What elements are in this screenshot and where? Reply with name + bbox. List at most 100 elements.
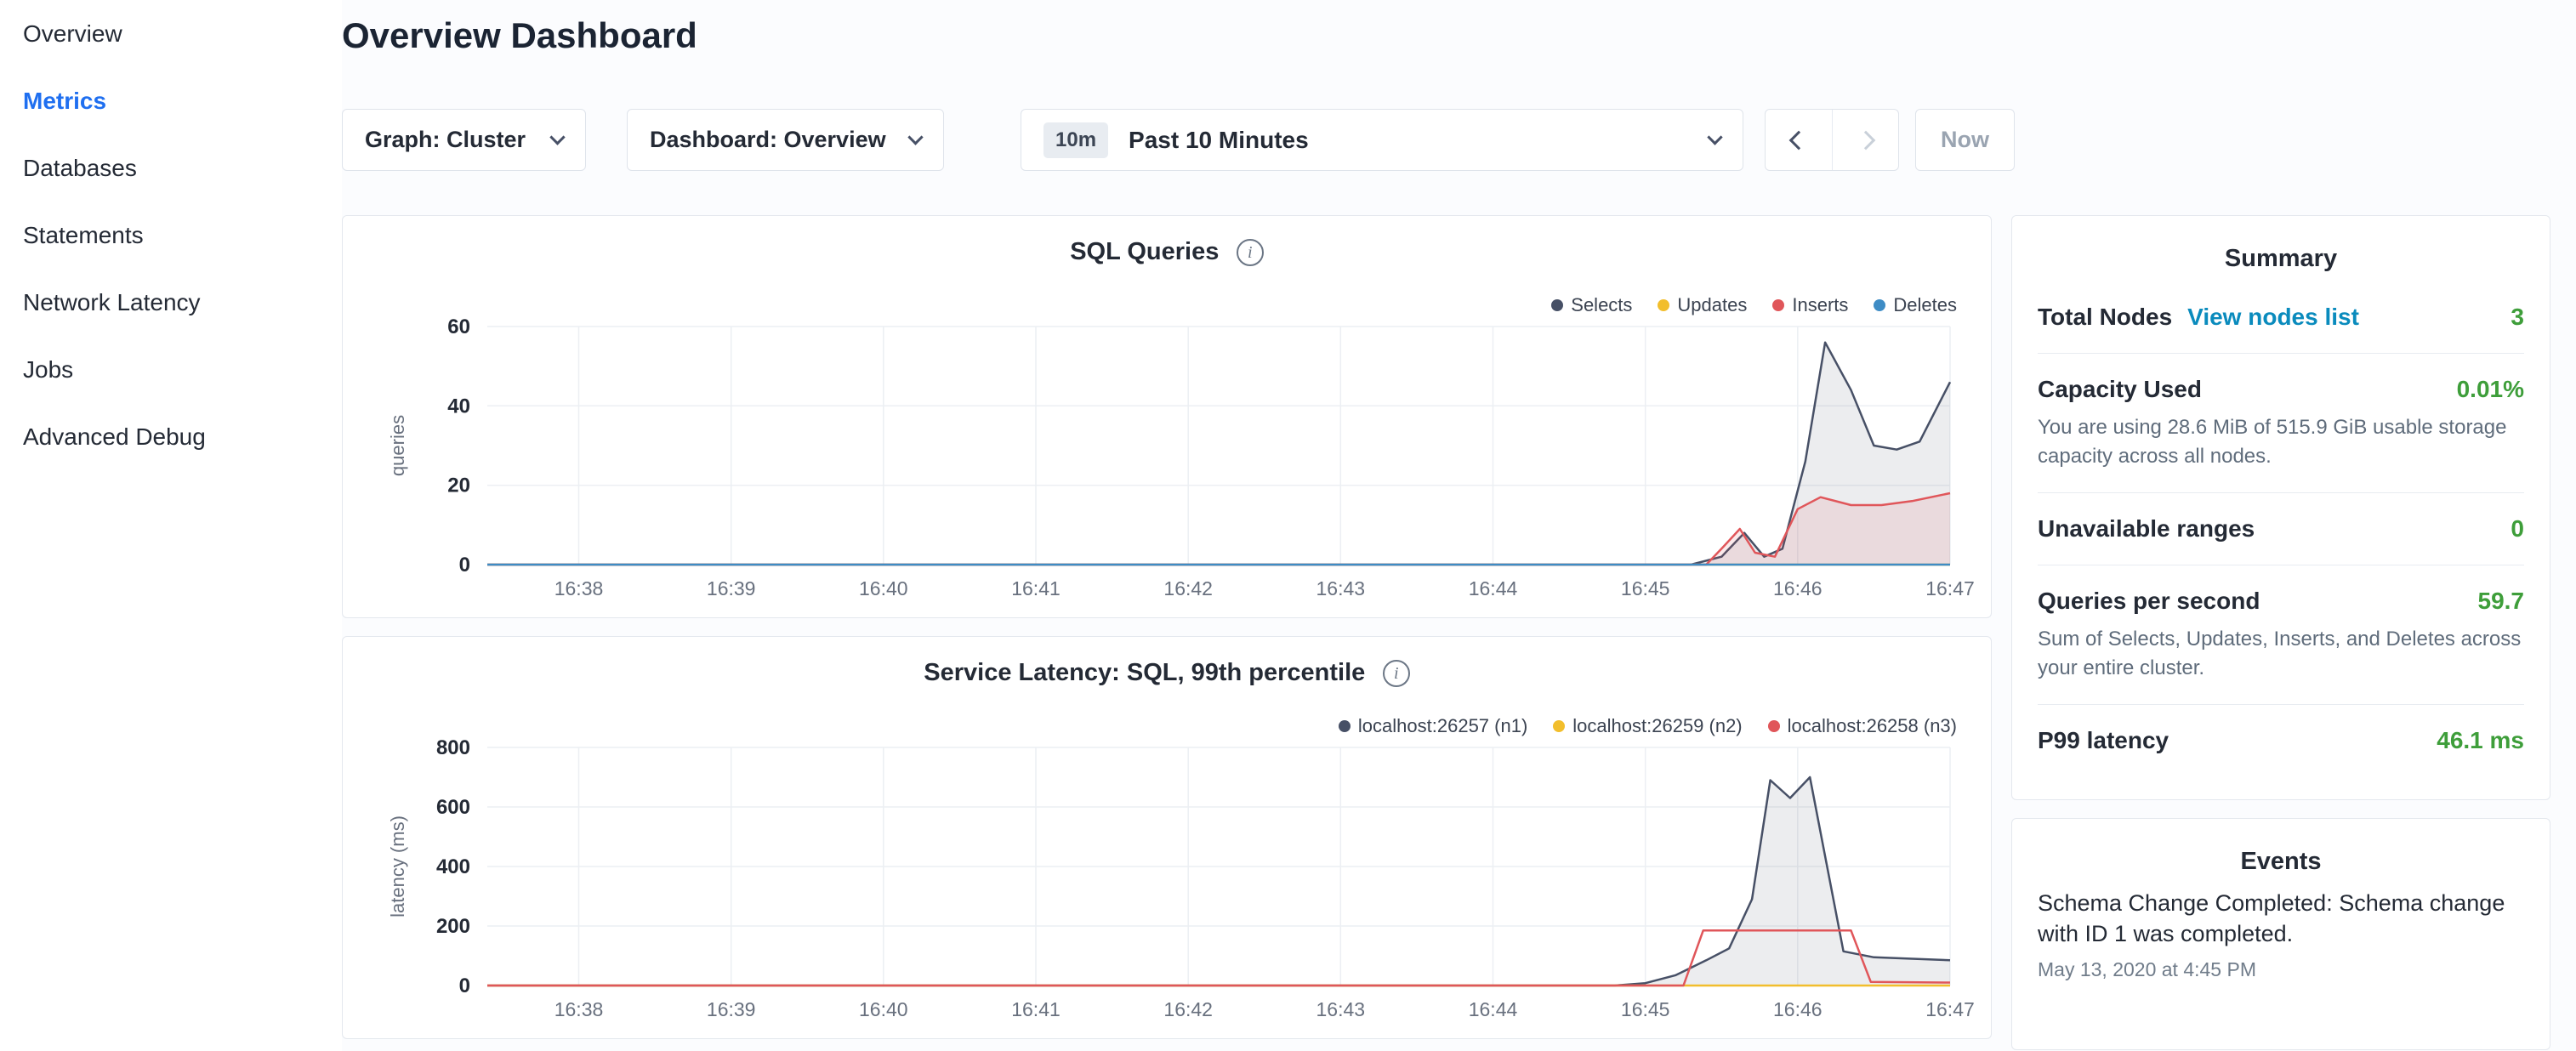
svg-text:200: 200 [436, 915, 470, 938]
summary-link[interactable]: View nodes list [2187, 304, 2359, 331]
svg-text:16:39: 16:39 [707, 998, 756, 1020]
dashboard-dropdown-label: Dashboard: Overview [650, 127, 886, 153]
events-list: Schema Change Completed: Schema change w… [2038, 888, 2524, 981]
summary-subtext: You are using 28.6 MiB of 515.9 GiB usab… [2038, 413, 2524, 470]
sidebar-item-overview[interactable]: Overview [0, 0, 342, 67]
summary-row: P99 latency 46.1 ms [2038, 705, 2524, 776]
legend-dot-icon [1339, 720, 1351, 732]
svg-text:16:44: 16:44 [1469, 577, 1518, 599]
legend-dot-icon [1874, 299, 1885, 311]
sidebar-item-metrics[interactable]: Metrics [0, 67, 342, 134]
svg-text:16:39: 16:39 [707, 577, 756, 599]
service-latency-chart-card: Service Latency: SQL, 99th percentile i … [342, 636, 1992, 1039]
svg-text:queries: queries [387, 415, 408, 476]
summary-value: 46.1 ms [2437, 727, 2524, 754]
svg-text:0: 0 [459, 554, 470, 577]
summary-value: 3 [2511, 304, 2524, 331]
svg-text:16:47: 16:47 [1925, 577, 1975, 599]
svg-text:16:44: 16:44 [1469, 998, 1518, 1020]
event-text: Schema Change Completed: Schema change w… [2038, 888, 2524, 950]
sidebar-item-databases[interactable]: Databases [0, 134, 342, 202]
chart-title: Service Latency: SQL, 99th percentile [924, 659, 1365, 686]
svg-text:16:42: 16:42 [1163, 998, 1213, 1020]
summary-panel: Summary Total Nodes View nodes list 3 Capac… [2011, 215, 2550, 800]
time-forward-button[interactable] [1832, 110, 1898, 170]
chevron-down-icon [907, 129, 923, 145]
summary-label: Capacity Used [2038, 376, 2202, 403]
sidebar-item-statements[interactable]: Statements [0, 202, 342, 269]
svg-text:16:47: 16:47 [1925, 998, 1975, 1020]
svg-text:60: 60 [447, 315, 470, 338]
time-range-label: Past 10 Minutes [1129, 127, 1709, 154]
legend-dot-icon [1772, 299, 1784, 311]
events-panel-title: Events [2038, 848, 2524, 876]
svg-text:16:43: 16:43 [1316, 577, 1366, 599]
svg-text:16:40: 16:40 [859, 577, 908, 599]
graph-dropdown[interactable]: Graph: Cluster [342, 109, 586, 171]
info-icon[interactable]: i [1237, 239, 1264, 266]
graph-dropdown-label: Graph: Cluster [365, 127, 526, 153]
svg-text:40: 40 [447, 395, 470, 418]
svg-text:0: 0 [459, 974, 470, 997]
svg-text:16:40: 16:40 [859, 998, 908, 1020]
info-icon[interactable]: i [1383, 660, 1410, 687]
svg-text:16:46: 16:46 [1773, 577, 1823, 599]
chevron-left-icon [1789, 130, 1809, 150]
now-button[interactable]: Now [1915, 109, 2015, 171]
chevron-right-icon [1856, 130, 1875, 150]
svg-text:16:38: 16:38 [554, 998, 604, 1020]
summary-value: 0.01% [2457, 376, 2524, 403]
legend-dot-icon [1768, 720, 1780, 732]
summary-value: 59.7 [2478, 588, 2525, 615]
svg-text:20: 20 [447, 474, 470, 497]
summary-subtext: Sum of Selects, Updates, Inserts, and De… [2038, 625, 2524, 682]
legend-dot-icon [1658, 299, 1669, 311]
summary-rows: Total Nodes View nodes list 3 Capacity Used… [2038, 281, 2524, 776]
summary-label: Total Nodes [2038, 304, 2172, 331]
chevron-down-icon [1707, 129, 1722, 145]
event-timestamp: May 13, 2020 at 4:45 PM [2038, 958, 2524, 981]
chart-title-row: SQL Queries i [343, 238, 1991, 266]
sidebar-item-jobs[interactable]: Jobs [0, 336, 342, 403]
svg-text:600: 600 [436, 796, 470, 819]
svg-text:16:46: 16:46 [1773, 998, 1823, 1020]
summary-panel-title: Summary [2038, 245, 2524, 273]
chart-title: SQL Queries [1070, 238, 1219, 265]
svg-text:400: 400 [436, 855, 470, 878]
svg-text:16:42: 16:42 [1163, 577, 1213, 599]
summary-row: Queries per second 59.7 Sum of Selects, Up… [2038, 565, 2524, 705]
time-back-button[interactable] [1766, 110, 1832, 170]
time-range-dropdown[interactable]: 10m Past 10 Minutes [1021, 109, 1743, 171]
svg-text:16:38: 16:38 [554, 577, 604, 599]
svg-text:800: 800 [436, 736, 470, 759]
time-step-buttons [1765, 109, 1899, 171]
sidebar-item-advanced-debug[interactable]: Advanced Debug [0, 403, 342, 470]
summary-label: Unavailable ranges [2038, 515, 2255, 543]
time-range-badge: 10m [1043, 122, 1108, 158]
legend-dot-icon [1551, 299, 1563, 311]
now-button-label: Now [1941, 127, 1989, 153]
sql-queries-plot: 16:38 16:39 16:40 16:41 16:42 16:43 16:44 16:45… [360, 311, 1976, 605]
chevron-down-icon [549, 129, 565, 145]
page-title: Overview Dashboard [342, 15, 697, 56]
svg-text:16:45: 16:45 [1621, 577, 1670, 599]
sidebar-item-network-latency[interactable]: Network Latency [0, 269, 342, 336]
service-latency-plot: 16:3816:3916:4016:4116:4216:4316:4416:45… [360, 732, 1976, 1025]
svg-text:latency (ms): latency (ms) [387, 815, 408, 917]
dashboard-dropdown[interactable]: Dashboard: Overview [627, 109, 944, 171]
svg-text:16:41: 16:41 [1011, 998, 1061, 1020]
svg-text:16:41: 16:41 [1011, 577, 1061, 599]
sidebar: OverviewMetricsDatabasesStatementsNetwor… [0, 0, 342, 1051]
legend-dot-icon [1553, 720, 1565, 732]
summary-label: P99 latency [2038, 727, 2169, 754]
summary-value: 0 [2511, 515, 2524, 543]
summary-label: Queries per second [2038, 588, 2260, 615]
sql-queries-chart-card: SQL Queries i SelectsUpdatesInsertsDelet… [342, 215, 1992, 618]
summary-row: Unavailable ranges 0 [2038, 493, 2524, 565]
summary-row: Capacity Used 0.01% You are using 28.6 MiB… [2038, 354, 2524, 493]
events-panel: Events Schema Change Completed: Schema c… [2011, 818, 2550, 1050]
chart-title-row: Service Latency: SQL, 99th percentile i [343, 659, 1991, 687]
summary-row: Total Nodes View nodes list 3 [2038, 281, 2524, 354]
svg-text:16:45: 16:45 [1621, 998, 1670, 1020]
event-item[interactable]: Schema Change Completed: Schema change w… [2038, 888, 2524, 981]
